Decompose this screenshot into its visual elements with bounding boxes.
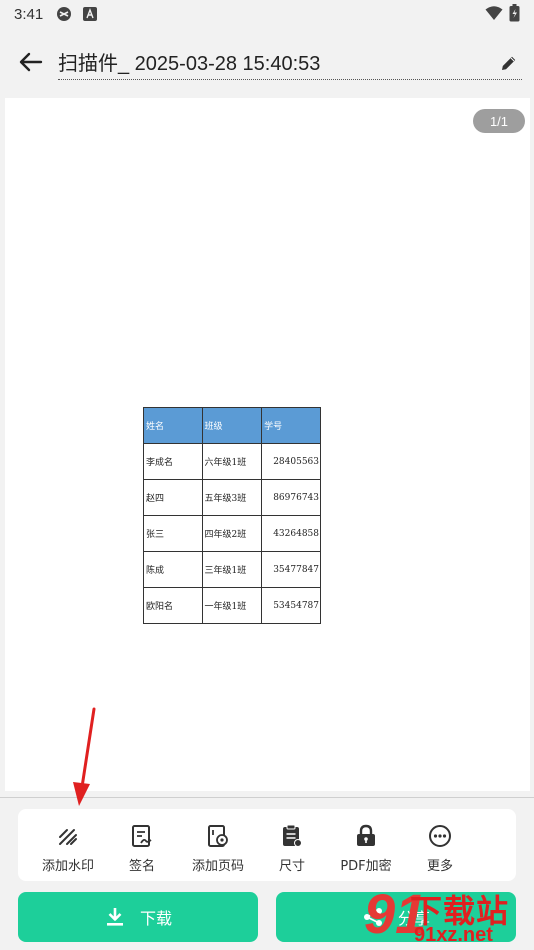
table-cell: 赵四	[143, 479, 203, 516]
document-preview[interactable]: 1/1 姓名 班级 学号 李成名 六年级1班 28405563 赵四 五年级3班…	[5, 98, 530, 791]
game-icon	[55, 5, 73, 23]
page-indicator: 1/1	[473, 109, 525, 133]
document-table: 姓名 班级 学号 李成名 六年级1班 28405563 赵四 五年级3班 869…	[143, 407, 321, 624]
more-icon	[427, 823, 453, 849]
table-row: 赵四 五年级3班 86976743	[143, 479, 321, 516]
edit-toolbar: 添加水印 签名 添加页码 尺寸 PDF加密 更多	[18, 809, 516, 881]
watermark-icon	[55, 823, 81, 849]
status-bar: 3:41	[0, 0, 534, 28]
table-cell: 五年级3班	[201, 479, 263, 516]
table-cell: 三年级1班	[201, 551, 263, 588]
table-cell: 欧阳名	[143, 587, 203, 624]
tool-label: 尺寸	[278, 859, 305, 874]
download-button[interactable]: 下载	[18, 892, 258, 942]
tool-label: PDF加密	[340, 859, 392, 874]
file-name-text: 扫描件_ 2025-03-28 15:40:53	[58, 53, 321, 75]
page-number-icon	[205, 823, 231, 849]
file-name-field[interactable]: 扫描件_ 2025-03-28 15:40:53	[58, 44, 522, 80]
table-cell: 43264858	[261, 515, 321, 552]
table-row: 张三 四年级2班 43264858	[143, 515, 321, 552]
table-cell: 一年级1班	[201, 587, 263, 624]
status-time: 3:41	[14, 5, 44, 23]
watermark-url: 91xz.net	[414, 924, 493, 946]
download-icon	[104, 906, 126, 928]
tool-pdf-encrypt[interactable]: PDF加密	[338, 823, 394, 875]
table-header-cell: 姓名	[143, 407, 203, 444]
tool-size[interactable]: 尺寸	[278, 823, 306, 875]
back-arrow-icon	[19, 52, 43, 72]
table-cell: 六年级1班	[201, 443, 263, 480]
table-row: 李成名 六年级1班 28405563	[143, 443, 321, 480]
tool-label: 签名	[128, 859, 155, 874]
pencil-icon	[502, 56, 516, 70]
a-icon	[81, 5, 99, 23]
table-cell: 四年级2班	[201, 515, 263, 552]
table-header-cell: 班级	[201, 407, 263, 444]
table-cell: 53454787	[261, 587, 321, 624]
table-cell: 28405563	[261, 443, 321, 480]
back-button[interactable]	[16, 48, 46, 76]
tool-add-watermark[interactable]: 添加水印	[40, 823, 96, 875]
signature-icon	[129, 823, 155, 849]
divider	[0, 797, 534, 798]
table-cell: 李成名	[143, 443, 203, 480]
site-watermark: 91 下载站 91xz.net	[358, 884, 534, 950]
tool-label: 添加水印	[41, 859, 94, 874]
tool-label: 添加页码	[191, 859, 244, 874]
tool-add-page-number[interactable]: 添加页码	[190, 823, 246, 875]
table-header-row: 姓名 班级 学号	[143, 407, 321, 444]
title-bar: 扫描件_ 2025-03-28 15:40:53	[0, 34, 534, 90]
table-row: 欧阳名 一年级1班 53454787	[143, 587, 321, 624]
tool-label: 更多	[426, 859, 453, 874]
battery-icon	[509, 4, 520, 26]
lock-icon	[353, 823, 379, 849]
table-row: 陈成 三年级1班 35477847	[143, 551, 321, 588]
edit-title-button[interactable]	[500, 54, 520, 74]
size-icon	[279, 823, 305, 849]
download-label: 下载	[139, 909, 172, 928]
tool-more[interactable]: 更多	[422, 823, 458, 875]
table-cell: 陈成	[143, 551, 203, 588]
table-cell: 35477847	[261, 551, 321, 588]
table-cell: 张三	[143, 515, 203, 552]
wifi-icon	[485, 5, 503, 25]
table-cell: 86976743	[261, 479, 321, 516]
table-header-cell: 学号	[261, 407, 321, 444]
tool-signature[interactable]: 签名	[126, 823, 158, 875]
